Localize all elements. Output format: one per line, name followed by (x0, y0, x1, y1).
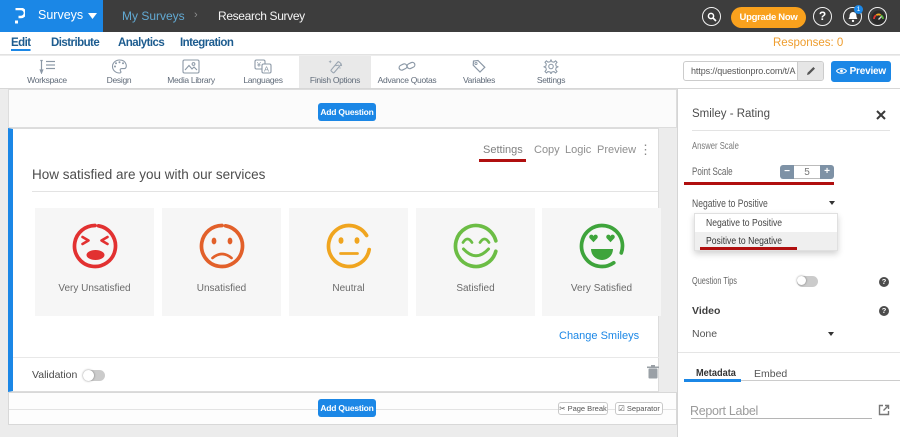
svg-text:¥: ¥ (257, 62, 261, 69)
svg-text:A: A (264, 64, 269, 73)
